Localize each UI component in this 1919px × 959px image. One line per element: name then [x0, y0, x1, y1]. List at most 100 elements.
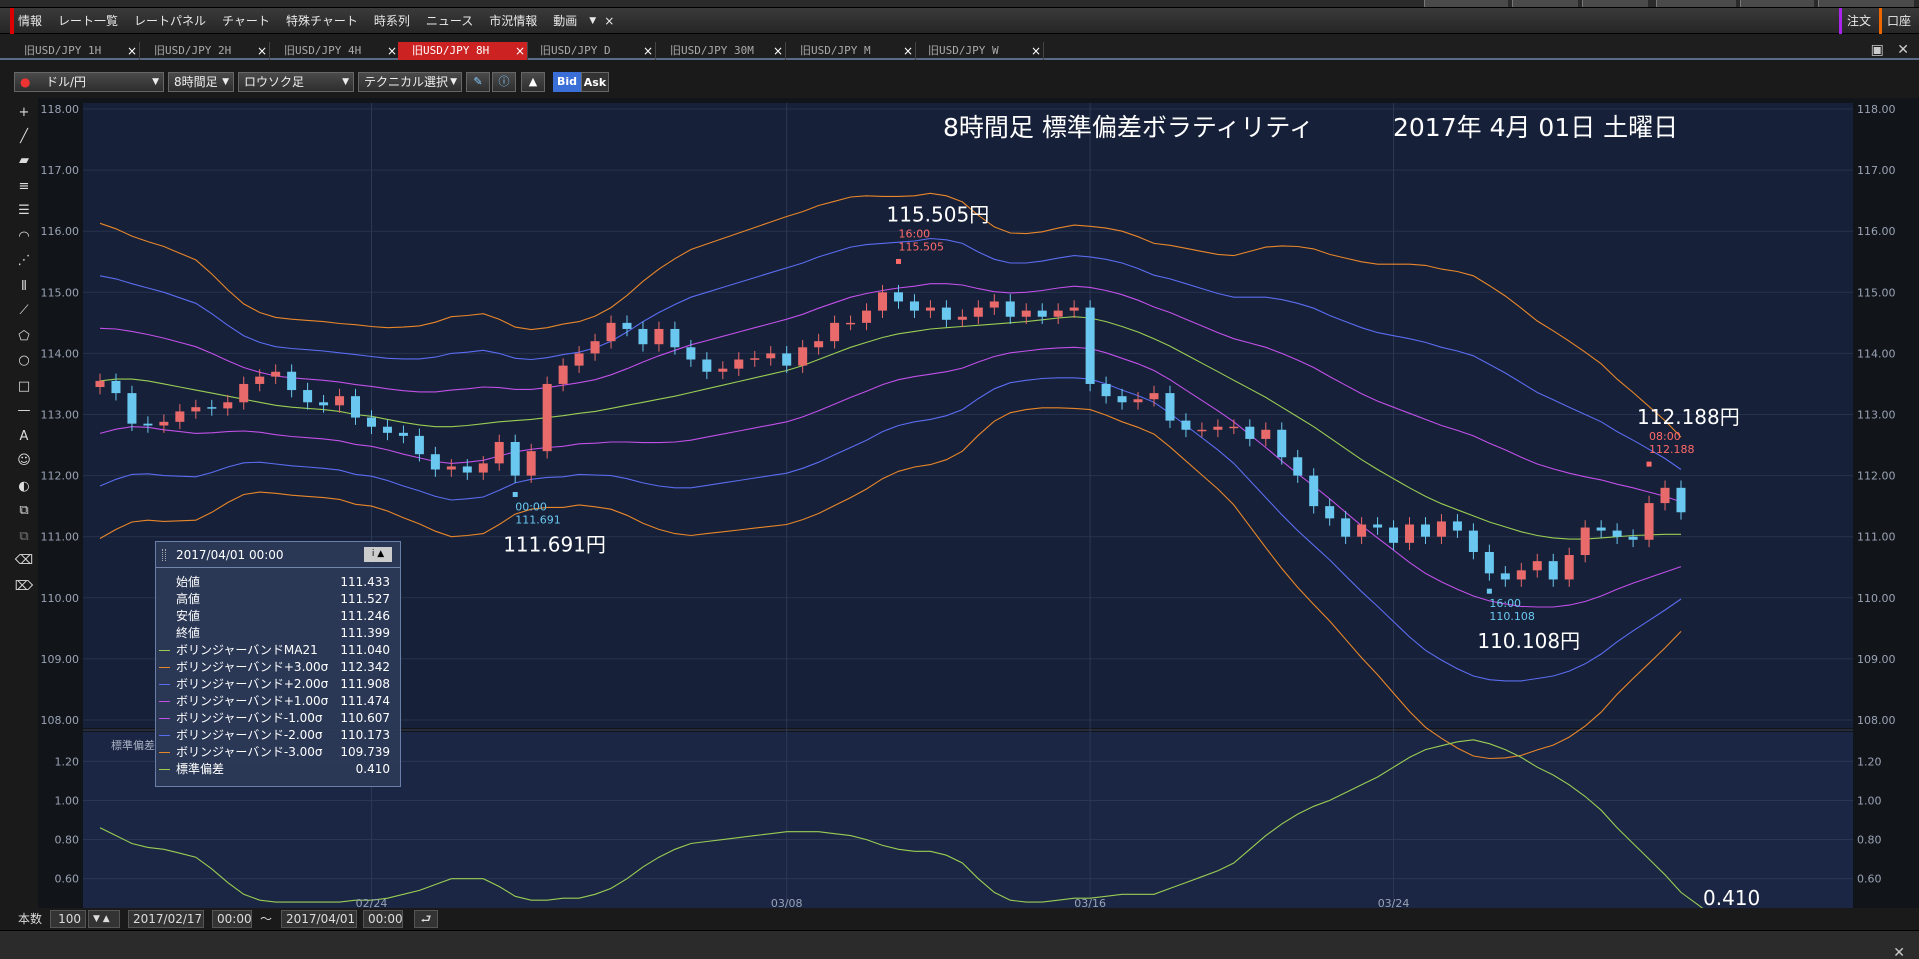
tab-close-icon[interactable]: × [903, 42, 913, 60]
candle-body [143, 423, 153, 426]
menu-news[interactable]: ニュース [418, 8, 481, 34]
candle-body [1420, 524, 1430, 537]
menu-chart[interactable]: チャート [214, 8, 278, 34]
from-time-input[interactable]: 00:00 [212, 910, 252, 928]
extreme-marker [512, 491, 518, 497]
tab-d[interactable]: 旧USD/JPY D × [526, 42, 656, 60]
chart-title: 8時間足 標準偏差ボラティリティ [943, 113, 1314, 142]
tab-label: 旧USD/JPY D [540, 44, 611, 57]
channel-icon[interactable]: ☰ [13, 200, 35, 222]
tab-close-icon[interactable]: × [643, 42, 653, 60]
candle-body [127, 393, 137, 424]
candle-body [303, 390, 313, 403]
text-icon[interactable]: A [13, 426, 35, 448]
color-icon[interactable]: ◐ [13, 476, 35, 498]
pitchfork-icon[interactable]: ⟋ [13, 300, 35, 322]
menu-rate-panel[interactable]: レートパネル [126, 8, 214, 34]
candle-body [159, 421, 169, 426]
account-button[interactable]: 口座 [1878, 8, 1919, 34]
candle-body [95, 380, 105, 388]
technical-select[interactable]: テクニカル選択 ▼ [358, 72, 462, 92]
pentagon-icon[interactable]: ⬠ [13, 326, 35, 348]
y-tick-label-right: 114.00 [1857, 347, 1896, 360]
tab-1h[interactable]: 旧USD/JPY 1H × [10, 42, 140, 60]
currency-select[interactable]: ● ドル/円 ▼ [14, 72, 164, 92]
tab-label: 旧USD/JPY 2H [154, 44, 232, 57]
status-close-icon[interactable]: ✕ [1893, 945, 1905, 959]
maximize-icon[interactable]: ▣ [1871, 42, 1884, 58]
y-tick-label-left: 112.00 [41, 470, 80, 483]
candle-body [1516, 570, 1526, 580]
tab-close-icon[interactable]: × [515, 42, 525, 60]
copy-icon[interactable]: ⧉ [13, 500, 35, 522]
menu-special-chart[interactable]: 特殊チャート [278, 8, 366, 34]
tab-w[interactable]: 旧USD/JPY W × [914, 42, 1044, 60]
window-close-icon[interactable]: ✕ [1897, 42, 1909, 58]
y-tick-label-left: 116.00 [41, 225, 80, 238]
tab-close-icon[interactable]: × [773, 42, 783, 60]
sub-y-tick-label-left: 0.80 [55, 834, 80, 847]
chart-type-select[interactable]: ロウソク足 ▼ [238, 72, 354, 92]
eraser-all-icon[interactable]: ⌦ [13, 576, 35, 598]
candle-body [287, 371, 297, 391]
info-icon[interactable]: ⓘ [492, 72, 516, 92]
return-icon[interactable]: ⮐ [414, 910, 438, 928]
candle-body [957, 316, 967, 320]
timeframe-select[interactable]: 8時間足 ▼ [168, 72, 234, 92]
hline-icon[interactable]: — [13, 400, 35, 422]
popup-header[interactable]: 2017/04/01 00:00 i ▲ [156, 542, 400, 568]
tab-8h[interactable]: 旧USD/JPY 8H × [398, 42, 528, 60]
pen-icon[interactable]: ✎ [466, 72, 490, 92]
popup-row: 安値 111.246 [156, 608, 400, 625]
bid-button[interactable]: Bid [553, 72, 581, 92]
sub-y-tick-label-left: 1.00 [55, 794, 80, 807]
tab-close-icon[interactable]: × [257, 42, 267, 60]
menu-market-info[interactable]: 市況情報 [481, 8, 545, 34]
y-tick-label-left: 115.00 [41, 286, 80, 299]
tab-4h[interactable]: 旧USD/JPY 4H × [270, 42, 400, 60]
ruler-icon[interactable]: ▰ [13, 150, 35, 172]
eraser-icon[interactable]: ⌫ [13, 550, 35, 572]
tab-2h[interactable]: 旧USD/JPY 2H × [140, 42, 270, 60]
circle-icon[interactable]: ○ [13, 350, 35, 372]
fibonacci-arc-icon[interactable]: ◠ [13, 226, 35, 248]
trendline-icon[interactable]: ╱ [13, 126, 35, 148]
ask-button[interactable]: Ask [581, 72, 609, 92]
menu-video[interactable]: 動画 [545, 8, 585, 34]
tab-30m[interactable]: 旧USD/JPY 30M × [656, 42, 786, 60]
count-input[interactable]: 100 [50, 910, 86, 928]
candle-body [734, 359, 744, 369]
menu-more-icon[interactable]: ▼ [585, 8, 600, 34]
menu-rate-list[interactable]: レート一覧 [50, 8, 126, 34]
to-time-input[interactable]: 00:00 [363, 910, 403, 928]
from-date-input[interactable]: 2017/02/17 [128, 910, 204, 928]
candle-body [1357, 524, 1367, 537]
fan-icon[interactable]: ⋰ [13, 250, 35, 272]
drag-handle-icon[interactable] [162, 549, 166, 561]
rectangle-icon[interactable]: □ [13, 376, 35, 398]
hlines-icon[interactable]: ≡ [13, 176, 35, 198]
candle-body [893, 292, 903, 302]
vlines-icon[interactable]: ⦀ [13, 276, 35, 298]
tab-label: 旧USD/JPY 8H [412, 44, 490, 57]
popup-info-collapse-icon[interactable]: i ▲ [364, 547, 392, 562]
candle-body [798, 347, 808, 366]
to-date-input[interactable]: 2017/04/01 [281, 910, 357, 928]
tab-close-icon[interactable]: × [1031, 42, 1041, 60]
menu-time-series[interactable]: 時系列 [366, 8, 418, 34]
candle-body [909, 301, 919, 311]
paste-icon[interactable]: ⧉ [13, 526, 35, 548]
tab-m[interactable]: 旧USD/JPY M × [786, 42, 916, 60]
area-chart-icon[interactable]: ▲ [521, 72, 545, 92]
tab-close-icon[interactable]: × [127, 42, 137, 60]
candle-body [1341, 518, 1351, 537]
menu-close-icon[interactable]: × [600, 8, 618, 34]
count-stepper-icon[interactable]: ▼ ▲ [88, 910, 120, 928]
menu-info[interactable]: 情報 [10, 7, 50, 34]
candle-body [1085, 307, 1095, 384]
crosshair-icon[interactable]: + [13, 102, 35, 124]
ohlc-popup[interactable]: 2017/04/01 00:00 i ▲ 始値 111.433 高値 111.527 安… [155, 541, 401, 787]
icon-stamp-icon[interactable]: ☺ [13, 450, 35, 472]
tab-close-icon[interactable]: × [387, 42, 397, 60]
order-button[interactable]: 注文 [1838, 8, 1879, 34]
